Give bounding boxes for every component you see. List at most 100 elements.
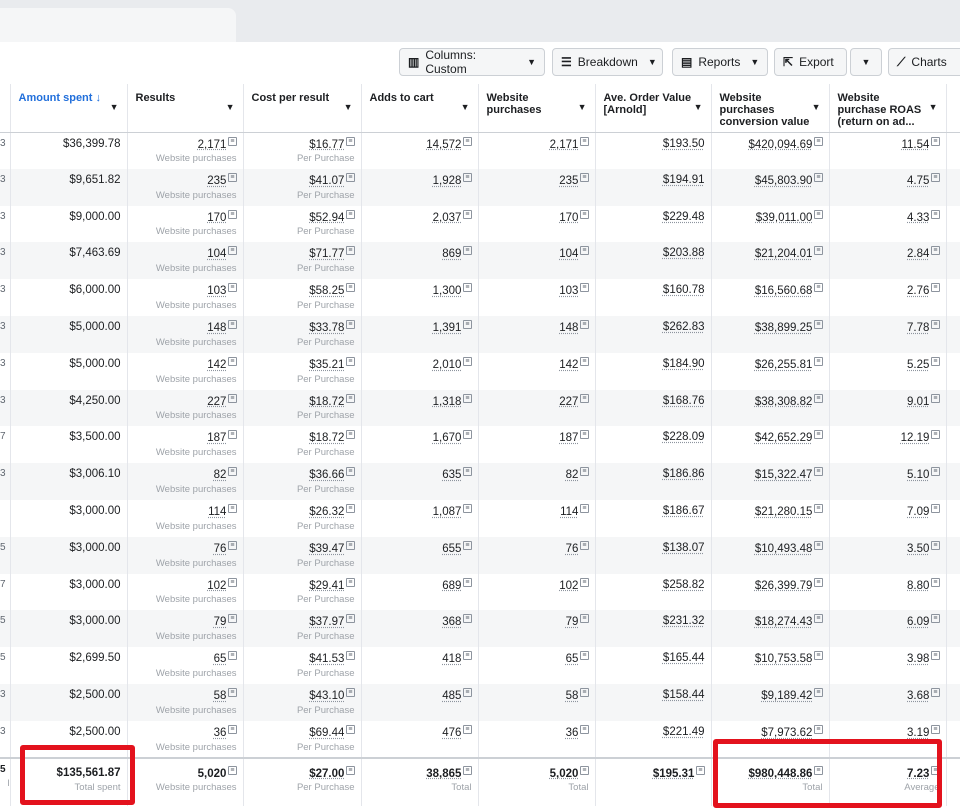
value-aov[interactable]: $158.44 <box>663 689 705 701</box>
value-roas[interactable]: 3.98 <box>907 653 929 665</box>
value-roas[interactable]: 3.68 <box>907 690 929 702</box>
value-aov[interactable]: $231.32 <box>663 615 705 627</box>
value-aov[interactable]: $184.90 <box>663 358 705 370</box>
value-purch[interactable]: 82 <box>566 469 579 481</box>
table-row[interactable]: 7 $3,000.00 102 ≡ Website purchases $29.41 ≡ Pe… <box>0 573 960 611</box>
value-aov[interactable]: $165.44 <box>663 652 705 664</box>
chevron-down-icon[interactable]: ▼ <box>461 102 470 112</box>
value-carts[interactable]: 418 <box>442 653 461 665</box>
columns-button[interactable]: ▥ Columns: Custom ▼ <box>399 48 545 76</box>
value-cost[interactable]: $43.10 <box>309 690 344 702</box>
value-cost[interactable]: $35.21 <box>309 359 344 371</box>
chevron-down-icon[interactable]: ▼ <box>694 102 703 112</box>
value-value[interactable]: $10,493.48 <box>755 543 813 555</box>
value-cost[interactable]: $58.25 <box>309 285 344 297</box>
table-row[interactable]: 3 $9,000.00 170 ≡ Website purchases $52.94 ≡ Pe… <box>0 205 960 243</box>
value-value[interactable]: $10,753.58 <box>755 653 813 665</box>
value-results[interactable]: 82 <box>214 469 227 481</box>
value-aov[interactable]: $193.50 <box>663 138 705 150</box>
value-carts[interactable]: 869 <box>442 248 461 260</box>
value-purch[interactable]: 170 <box>559 211 578 223</box>
value-aov[interactable]: $262.83 <box>663 321 705 333</box>
top-tab[interactable] <box>0 8 236 42</box>
value-value[interactable]: $39,011.00 <box>756 211 813 223</box>
value-cost[interactable]: $69.44 <box>309 727 344 739</box>
value-cost[interactable]: $41.07 <box>309 175 344 187</box>
table-row[interactable]: 5 $3,000.00 79 ≡ Website purchases $37.97 ≡ Per… <box>0 610 960 648</box>
value-value[interactable]: $9,189.42 <box>761 690 812 702</box>
value-aov[interactable]: $194.91 <box>663 174 705 186</box>
value-value[interactable]: $15,322.47 <box>755 469 813 481</box>
value-results[interactable]: 76 <box>214 543 227 555</box>
reports-button[interactable]: ▤ Reports ▼ <box>672 48 768 76</box>
header-ave-order-value[interactable]: Ave. Order Value [Arnold] ▼ <box>595 84 712 133</box>
table-row[interactable]: 3 $5,000.00 142 ≡ Website purchases $35.21 ≡ Pe… <box>0 352 960 390</box>
value-roas[interactable]: 6.09 <box>907 616 929 628</box>
value-results[interactable]: 142 <box>207 359 226 371</box>
value-cost[interactable]: $16.77 <box>309 138 344 150</box>
table-row[interactable]: 3 $4,250.00 227 ≡ Website purchases $18.72 ≡ Pe… <box>0 389 960 427</box>
value-value[interactable]: $42,652.29 <box>755 432 813 444</box>
value-cost[interactable]: $33.78 <box>309 322 344 334</box>
value-cost[interactable]: $29.41 <box>309 579 344 591</box>
value-results[interactable]: 104 <box>207 248 226 260</box>
value-carts[interactable]: 368 <box>442 616 461 628</box>
charts-button[interactable]: ⟋ Charts <box>888 48 960 76</box>
value-aov[interactable]: $229.48 <box>663 211 705 223</box>
value-purch[interactable]: 58 <box>566 690 579 702</box>
value-roas[interactable]: 2.84 <box>907 248 929 260</box>
value-purch[interactable]: 76 <box>566 543 579 555</box>
export-button[interactable]: ⇱ Export <box>774 48 847 76</box>
table-row[interactable]: 3 $3,006.10 82 ≡ Website purchases $36.66 ≡ Per… <box>0 463 960 500</box>
value-results[interactable]: 114 <box>208 506 226 518</box>
chevron-down-icon[interactable]: ▼ <box>929 102 938 112</box>
value-aov[interactable]: $203.88 <box>663 247 705 259</box>
header-results[interactable]: Results ▼ <box>127 84 244 133</box>
value-value[interactable]: $38,308.82 <box>755 395 813 407</box>
value-results[interactable]: 103 <box>207 285 226 297</box>
value-carts[interactable]: 2,037 <box>433 211 462 223</box>
value-purch[interactable]: 142 <box>559 359 578 371</box>
value-value[interactable]: $26,255.81 <box>755 359 813 371</box>
value-purch[interactable]: 36 <box>566 727 579 739</box>
table-row[interactable]: 7 $3,500.00 187 ≡ Website purchases $18.72 ≡ Pe… <box>0 426 960 464</box>
value-carts[interactable]: 1,318 <box>433 395 462 407</box>
value-roas[interactable]: 9.01 <box>907 395 929 407</box>
value-purch[interactable]: 187 <box>559 432 578 444</box>
value-cost[interactable]: $71.77 <box>309 248 344 260</box>
value-roas[interactable]: 5.10 <box>907 469 929 481</box>
value-purch[interactable]: 102 <box>559 579 578 591</box>
chevron-down-icon[interactable]: ▼ <box>110 102 119 112</box>
value-results[interactable]: 102 <box>207 579 226 591</box>
value-roas[interactable]: 11.54 <box>901 138 929 150</box>
value-results[interactable]: 235 <box>207 175 226 187</box>
value-purch[interactable]: 2,171 <box>550 138 579 150</box>
value-carts[interactable]: 655 <box>442 543 461 555</box>
header-adds-to-cart[interactable]: Adds to cart ▼ <box>361 84 479 133</box>
chevron-down-icon[interactable]: ▼ <box>578 102 587 112</box>
value-value[interactable]: $7,973.62 <box>761 727 812 739</box>
header-amount-spent[interactable]: Amount spent ↓ ▼ <box>10 84 128 133</box>
chevron-down-icon[interactable]: ▼ <box>226 102 235 112</box>
value-cost[interactable]: $41.53 <box>309 653 344 665</box>
value-value[interactable]: $38,899.25 <box>755 322 813 334</box>
value-purch[interactable]: 103 <box>559 285 578 297</box>
chevron-down-icon[interactable]: ▼ <box>812 102 821 112</box>
value-carts[interactable]: 476 <box>442 727 461 739</box>
value-roas[interactable]: 4.75 <box>907 175 929 187</box>
value-carts[interactable]: 1,928 <box>433 175 462 187</box>
breakdown-button[interactable]: ☰ Breakdown ▼ <box>552 48 663 76</box>
value-roas[interactable]: 4.33 <box>907 211 929 223</box>
value-purch[interactable]: 65 <box>566 653 579 665</box>
value-results[interactable]: 79 <box>214 616 227 628</box>
value-roas[interactable]: 3.19 <box>907 727 929 739</box>
table-row[interactable]: 3 $5,000.00 148 ≡ Website purchases $33.78 ≡ Pe… <box>0 315 960 353</box>
value-roas[interactable]: 7.09 <box>907 506 929 518</box>
value-value[interactable]: $16,560.68 <box>755 285 813 297</box>
value-carts[interactable]: 1,670 <box>433 432 462 444</box>
value-results[interactable]: 58 <box>214 690 227 702</box>
value-results[interactable]: 36 <box>214 727 227 739</box>
value-roas[interactable]: 12.19 <box>901 432 930 444</box>
value-carts[interactable]: 1,087 <box>433 506 462 518</box>
table-row[interactable]: 5 $2,699.50 65 ≡ Website purchases $41.53 ≡ Per… <box>0 647 960 684</box>
